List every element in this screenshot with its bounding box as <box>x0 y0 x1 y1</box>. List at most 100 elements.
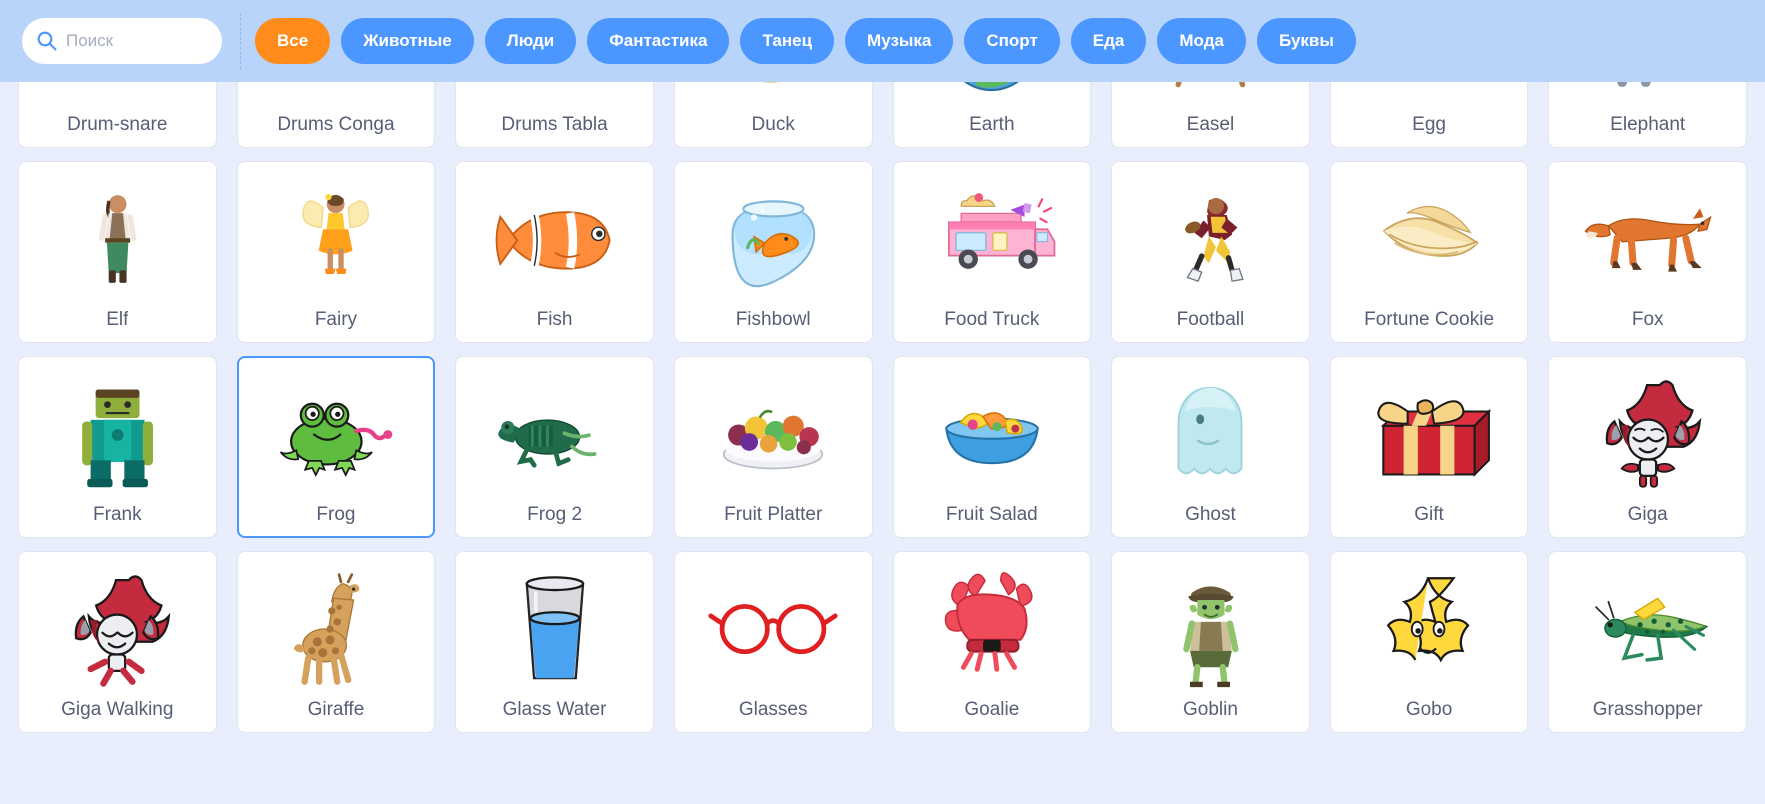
filter-tab-0[interactable]: Все <box>255 18 331 64</box>
fruit-salad-icon <box>900 367 1085 503</box>
filter-tab-5[interactable]: Музыка <box>845 18 954 64</box>
drums-tabla-icon <box>462 82 647 113</box>
sprite-tile-label: Fairy <box>314 309 358 330</box>
gobo-icon <box>1337 562 1522 698</box>
sprite-tile[interactable]: Frog <box>236 356 436 538</box>
filter-tab-7[interactable]: Еда <box>1070 18 1147 64</box>
sprite-tile-label: Gift <box>1414 504 1444 525</box>
fortune-cookie-icon <box>1337 172 1522 308</box>
sprite-tile[interactable]: Fox <box>1548 161 1747 343</box>
sprite-tile-label: Fish <box>536 309 573 330</box>
sprite-tile[interactable]: Fruit Platter <box>673 356 873 538</box>
search-box[interactable] <box>22 18 222 64</box>
sprite-tile[interactable]: Grasshopper <box>1548 551 1747 733</box>
sprite-grid: Drum-snare Drums Conga Drums Tabla Duck Eart… <box>0 82 1765 733</box>
frog-icon <box>244 367 429 503</box>
sprite-tile[interactable]: Gobo <box>1329 551 1529 733</box>
sprite-tile-label: Ghost <box>1185 504 1236 525</box>
fishbowl-icon <box>681 172 866 308</box>
fruit-platter-icon <box>681 367 866 503</box>
sprite-tile[interactable]: Fruit Salad <box>892 356 1092 538</box>
filter-tab-6[interactable]: Спорт <box>964 18 1060 64</box>
sprite-tile-label: Glass Water <box>502 699 607 720</box>
sprite-tile[interactable]: Frog 2 <box>455 356 654 538</box>
sprite-tile[interactable]: Earth <box>892 82 1092 148</box>
sprite-tile[interactable]: Goblin <box>1111 551 1310 733</box>
sprite-tile[interactable]: Duck <box>673 82 873 148</box>
goalie-icon <box>900 562 1085 698</box>
sprite-tile[interactable]: Gift <box>1329 356 1529 538</box>
sprite-tile[interactable]: Fish <box>455 161 654 343</box>
filter-tab-2[interactable]: Люди <box>484 18 577 64</box>
sprite-tile-label: Gobo <box>1405 699 1453 720</box>
giga-icon <box>1555 367 1740 503</box>
glasses-icon <box>681 562 866 698</box>
elephant-icon <box>1555 82 1740 113</box>
sprite-tile[interactable]: Football <box>1111 161 1310 343</box>
egg-icon <box>1337 82 1522 113</box>
sprite-tile-label: Easel <box>1186 114 1235 135</box>
football-icon <box>1118 172 1303 308</box>
grasshopper-icon <box>1555 562 1740 698</box>
sprite-tile-label: Goblin <box>1182 699 1238 720</box>
duck-icon <box>681 82 866 113</box>
sprite-tile[interactable]: Egg <box>1329 82 1529 148</box>
sprite-tile-label: Drum-snare <box>67 114 168 135</box>
sprite-tile-label: Fruit Platter <box>724 504 823 525</box>
sprite-tile-label: Frank <box>93 504 142 525</box>
sprite-tile[interactable]: Elf <box>18 161 217 343</box>
sprite-tile[interactable]: Food Truck <box>892 161 1092 343</box>
sprite-grid-scroll[interactable]: Drum-snare Drums Conga Drums Tabla Duck Eart… <box>0 82 1765 804</box>
sprite-tile-label: Elephant <box>1610 114 1686 135</box>
sprite-tile[interactable]: Giga <box>1548 356 1747 538</box>
sprite-tile-label: Giga Walking <box>61 699 174 720</box>
sprite-tile-label: Goalie <box>964 699 1020 720</box>
sprite-tile-label: Giraffe <box>307 699 365 720</box>
search-icon <box>36 30 58 52</box>
fairy-icon <box>244 172 429 308</box>
sprite-tile-label: Food Truck <box>944 309 1040 330</box>
filter-tab-8[interactable]: Мода <box>1157 18 1246 64</box>
sprite-tile[interactable]: Glass Water <box>455 551 654 733</box>
sprite-tile-label: Glasses <box>738 699 808 720</box>
fish-icon <box>462 172 647 308</box>
sprite-tile-label: Fishbowl <box>735 309 811 330</box>
sprite-tile-label: Drums Conga <box>277 114 395 135</box>
sprite-tile-label: Fortune Cookie <box>1364 309 1495 330</box>
sprite-tile[interactable]: Giga Walking <box>18 551 217 733</box>
sprite-tile-label: Elf <box>106 309 129 330</box>
sprite-tile[interactable]: Drums Tabla <box>455 82 654 148</box>
sprite-tile[interactable]: Giraffe <box>236 551 436 733</box>
sprite-tile[interactable]: Fortune Cookie <box>1329 161 1529 343</box>
sprite-tile[interactable]: Drums Conga <box>236 82 436 148</box>
sprite-tile[interactable]: Fairy <box>236 161 436 343</box>
gift-icon <box>1337 367 1522 503</box>
sprite-tile[interactable]: Ghost <box>1111 356 1310 538</box>
filter-tab-4[interactable]: Танец <box>740 18 835 64</box>
sprite-tile[interactable]: Fishbowl <box>673 161 873 343</box>
filter-tab-3[interactable]: Фантастика <box>587 18 730 64</box>
frog2-icon <box>462 367 647 503</box>
sprite-tile[interactable]: Glasses <box>673 551 873 733</box>
fox-icon <box>1555 172 1740 308</box>
sprite-tile-label: Grasshopper <box>1592 699 1703 720</box>
sprite-tile[interactable]: Goalie <box>892 551 1092 733</box>
search-input[interactable] <box>66 31 208 51</box>
sprite-tile[interactable]: Easel <box>1111 82 1310 148</box>
sprite-tile-label: Drums Tabla <box>501 114 608 135</box>
sprite-tile[interactable]: Frank <box>18 356 217 538</box>
filter-tab-9[interactable]: Буквы <box>1256 18 1356 64</box>
food-truck-icon <box>900 172 1085 308</box>
sprite-tile-label: Frog <box>316 504 356 525</box>
sprite-tile[interactable]: Drum-snare <box>18 82 217 148</box>
sprite-tile-label: Fruit Salad <box>945 504 1038 525</box>
sprite-tile-label: Earth <box>969 114 1015 135</box>
sprite-tile[interactable]: Elephant <box>1548 82 1747 148</box>
goblin-icon <box>1118 562 1303 698</box>
sprite-tile-label: Fox <box>1631 309 1664 330</box>
ghost-icon <box>1118 367 1303 503</box>
glass-water-icon <box>462 562 647 698</box>
giraffe-icon <box>244 562 429 698</box>
filter-tab-1[interactable]: Животные <box>341 18 474 64</box>
sprite-tile-label: Frog 2 <box>527 504 583 525</box>
